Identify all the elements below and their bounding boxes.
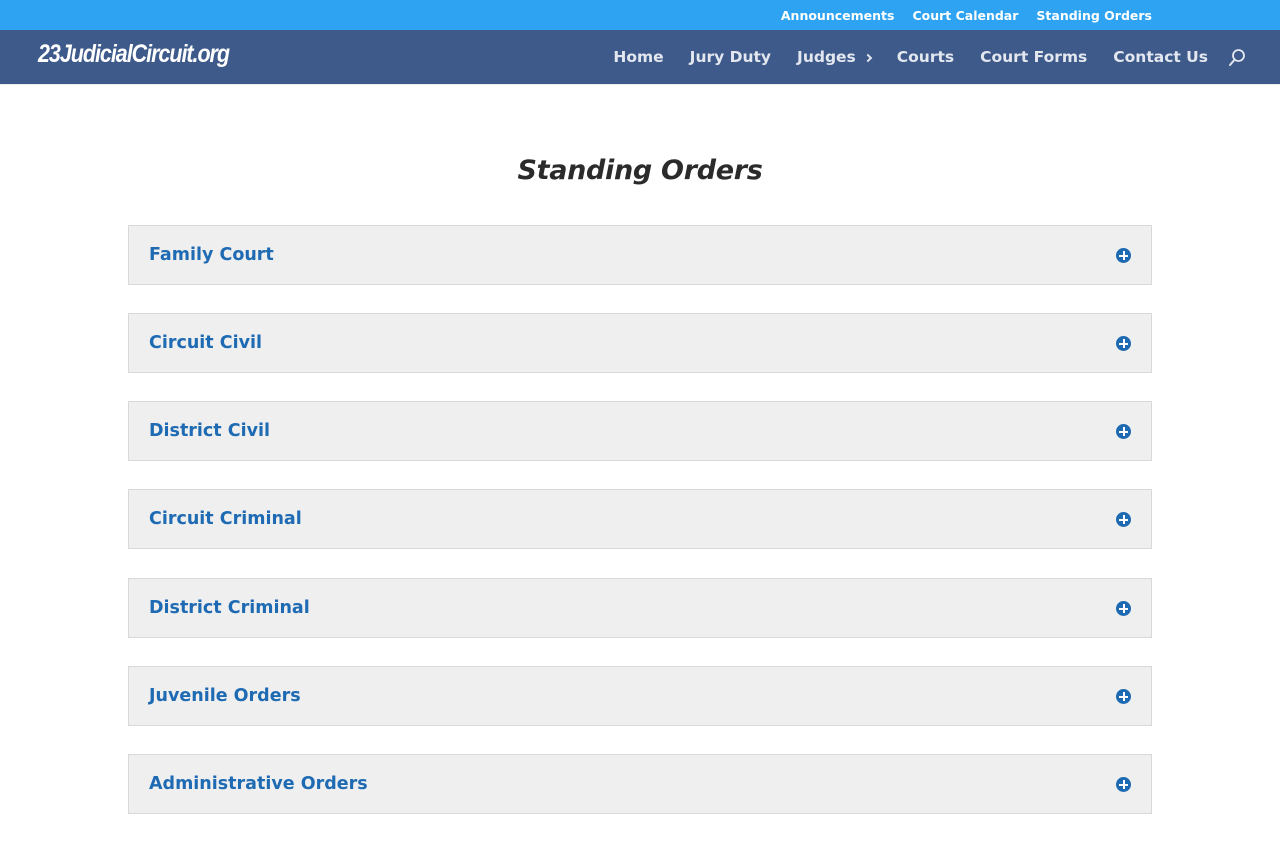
court-calendar-link[interactable]: Court Calendar xyxy=(912,8,1018,23)
nav-judges-label: Judges xyxy=(797,48,856,66)
nav-home[interactable]: Home xyxy=(613,48,663,66)
toggle-family-court[interactable]: Family Court xyxy=(128,225,1152,285)
toggle-juvenile-orders[interactable]: Juvenile Orders xyxy=(128,666,1152,726)
search-icon xyxy=(1229,49,1245,66)
standing-orders-link[interactable]: Standing Orders xyxy=(1036,8,1152,23)
toggle-title: Juvenile Orders xyxy=(149,686,301,706)
nav-judges[interactable]: Judges xyxy=(797,48,873,66)
plus-circle-icon xyxy=(1116,336,1131,351)
plus-circle-icon xyxy=(1116,777,1131,792)
plus-circle-icon xyxy=(1116,424,1131,439)
main-nav: Home Jury Duty Judges Courts Court Forms… xyxy=(613,30,1208,84)
plus-circle-icon xyxy=(1116,512,1131,527)
secondary-menu-bar: Announcements Court Calendar Standing Or… xyxy=(0,0,1280,30)
search-button[interactable] xyxy=(1228,48,1246,68)
toggle-title: Circuit Civil xyxy=(149,333,263,353)
nav-jury-duty[interactable]: Jury Duty xyxy=(690,48,771,66)
toggle-circuit-civil[interactable]: Circuit Civil xyxy=(128,313,1152,373)
plus-circle-icon xyxy=(1116,248,1131,263)
toggle-district-civil[interactable]: District Civil xyxy=(128,401,1152,461)
secondary-menu: Announcements Court Calendar Standing Or… xyxy=(781,0,1152,30)
page-title: Standing Orders xyxy=(517,155,763,186)
nav-home-label: Home xyxy=(613,48,664,66)
chevron-down-icon xyxy=(863,53,873,62)
nav-courts[interactable]: Courts xyxy=(897,48,954,66)
toggle-administrative-orders[interactable]: Administrative Orders xyxy=(128,754,1152,814)
toggle-title: Family Court xyxy=(149,245,274,265)
toggle-title: District Criminal xyxy=(149,598,310,618)
nav-contact-us[interactable]: Contact Us xyxy=(1113,48,1208,66)
plus-circle-icon xyxy=(1116,601,1131,616)
plus-circle-icon xyxy=(1116,689,1131,704)
nav-courts-label: Courts xyxy=(896,48,955,66)
toggle-title: District Civil xyxy=(149,421,271,441)
nav-contact-us-label: Contact Us xyxy=(1113,48,1208,66)
announcements-link[interactable]: Announcements xyxy=(781,8,895,23)
main-header: 23JudicialCircuit.org Home Jury Duty Jud… xyxy=(0,30,1280,84)
nav-jury-duty-label: Jury Duty xyxy=(689,48,772,66)
site-logo[interactable]: 23JudicialCircuit.org xyxy=(38,40,230,69)
toggle-title: Administrative Orders xyxy=(149,774,368,794)
toggle-title: Circuit Criminal xyxy=(149,509,302,529)
nav-court-forms[interactable]: Court Forms xyxy=(980,48,1087,66)
toggle-district-criminal[interactable]: District Criminal xyxy=(128,578,1152,638)
toggle-circuit-criminal[interactable]: Circuit Criminal xyxy=(128,489,1152,549)
standing-orders-accordion: Family Court Circuit Civil District Civi… xyxy=(128,225,1152,842)
nav-court-forms-label: Court Forms xyxy=(980,48,1088,66)
